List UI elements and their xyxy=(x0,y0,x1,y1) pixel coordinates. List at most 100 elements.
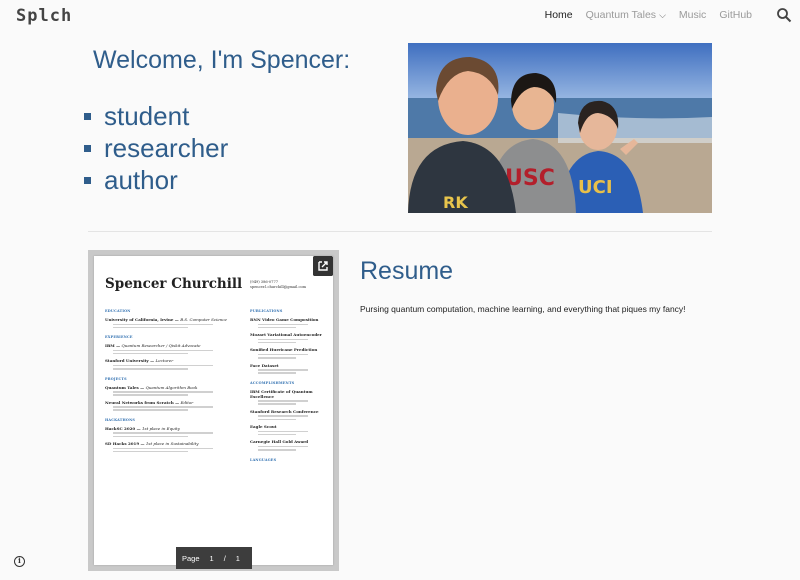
resume-text-line xyxy=(258,448,296,451)
resume-text-line xyxy=(113,394,188,396)
resume-entry: Stanford University — Lecturer xyxy=(105,358,245,363)
resume-entry-title: Eagle Scout xyxy=(250,424,277,430)
resume-text-line xyxy=(258,338,308,341)
resume-text-line xyxy=(258,326,296,329)
resume-entry-title: Mozart Variational Autoencoder xyxy=(250,332,322,338)
resume-entry: University of California, Irvine — B.S. … xyxy=(105,317,245,322)
resume-entry-role: B.S. Computer Science xyxy=(180,317,227,322)
search-icon[interactable] xyxy=(776,7,792,23)
resume-entry-title: Stanford Research Conference xyxy=(250,408,319,414)
resume-entry-title: IBM Certificate of Quantum Excellence xyxy=(250,388,313,399)
resume-text-line xyxy=(258,403,296,405)
resume-entry-title: RNN Video Game Composition xyxy=(250,317,319,322)
resume-entry-title: Stanford University — xyxy=(105,358,156,364)
resume-entry-title: Face Dataset xyxy=(250,362,279,368)
resume-entry-title: IBM — xyxy=(105,343,122,349)
nav-music[interactable]: Music xyxy=(679,9,706,21)
resume-entry-title: Sonified Hurricane Prediction xyxy=(250,347,318,353)
resume-text-line xyxy=(113,391,213,393)
resume-section-heading: PUBLICATIONS xyxy=(250,309,283,313)
resume-text-line xyxy=(258,323,308,326)
resume-text-line xyxy=(113,352,188,355)
nav-quantum-tales-label: Quantum Tales xyxy=(585,9,657,21)
resume-text-line xyxy=(113,323,213,326)
page-current: 1 xyxy=(209,553,214,563)
resume-text-line xyxy=(113,367,188,370)
page-label: Page xyxy=(182,553,200,563)
open-new-window-icon[interactable] xyxy=(313,256,333,276)
resume-text-line xyxy=(258,415,308,418)
resume-entry-role: Quantum Algorithm Book xyxy=(145,384,198,390)
resume-text-line xyxy=(113,364,213,367)
resume-entry-role: 1st place in Sustainability xyxy=(145,441,199,447)
resume-text-line xyxy=(113,349,213,352)
resume-text-line xyxy=(258,369,308,371)
page-indicator: Page 1 / 1 xyxy=(176,547,252,569)
resume-right-column: PUBLICATIONS RNN Video Game Composition Mo… xyxy=(250,302,326,462)
resume-text-line xyxy=(113,450,188,453)
site-logo[interactable]: Splch xyxy=(16,6,72,26)
resume-heading: Resume xyxy=(360,257,454,285)
resume-entry-role: 1st place in Equity xyxy=(141,425,180,431)
resume-text-line xyxy=(113,326,188,329)
welcome-heading: Welcome, I'm Spencer: xyxy=(93,46,351,74)
nav-quantum-tales[interactable]: Quantum Tales ⌵ xyxy=(586,9,666,21)
resume-entry-role: Lecturer xyxy=(155,358,174,364)
resume-name: Spencer Churchill xyxy=(105,276,243,292)
resume-entry: Stanford Research Conference xyxy=(250,409,326,414)
resume-text-line xyxy=(258,356,296,359)
resume-text-line xyxy=(258,372,296,374)
resume-section-heading: EXPERIENCE xyxy=(105,335,133,340)
page-separator: / xyxy=(223,553,226,563)
resume-text-line xyxy=(258,433,296,436)
resume-text-line xyxy=(258,353,308,356)
beach-selfie-photo: UCI USC RK xyxy=(408,43,712,213)
resume-preview[interactable]: Spencer Churchill (949) 386-0777 spencer… xyxy=(88,250,339,571)
resume-description: Pursing quantum computation, machine lea… xyxy=(360,304,686,314)
svg-text:USC: USC xyxy=(505,166,555,191)
resume-text-line xyxy=(258,418,296,421)
resume-section-heading: PROJECTS xyxy=(105,376,127,381)
resume-entry: Mozart Variational Autoencoder xyxy=(250,332,326,337)
resume-entry: IBM Certificate of Quantum Excellence xyxy=(250,389,326,399)
top-nav: Home Quantum Tales ⌵ Music GitHub xyxy=(545,9,752,21)
resume-text-line xyxy=(113,447,213,450)
resume-contact: (949) 386-0777 spencer.l.churchill@gmail… xyxy=(250,280,306,290)
resume-entry: IBM — Quantum Researcher / Qiskit Advoca… xyxy=(105,343,245,348)
resume-left-column: EDUCATION University of California, Irvin… xyxy=(105,302,245,453)
resume-entry: SD Hacks 2019 — 1st place in Sustainabil… xyxy=(105,441,245,446)
resume-entry: Eagle Scout xyxy=(250,424,326,429)
resume-page: Spencer Churchill (949) 386-0777 spencer… xyxy=(94,256,333,565)
role-item: researcher xyxy=(84,132,228,164)
resume-text-line xyxy=(258,430,308,433)
nav-home[interactable]: Home xyxy=(545,9,573,21)
roles-list: student researcher author xyxy=(84,100,228,196)
resume-text-line xyxy=(113,432,213,435)
resume-entry: RNN Video Game Composition xyxy=(250,317,326,322)
info-icon[interactable]: i xyxy=(14,556,25,567)
resume-entry-title: Carnegie Hall Gold Award xyxy=(250,439,309,445)
resume-entry: Quantum Tales — Quantum Algorithm Book xyxy=(105,385,245,390)
resume-entry-role: Quantum Researcher / Qiskit Advocate xyxy=(121,343,201,349)
resume-entry-title: SD Hacks 2019 — xyxy=(105,441,146,447)
svg-text:UCI: UCI xyxy=(578,177,613,198)
role-item: student xyxy=(84,100,228,132)
role-item: author xyxy=(84,164,228,196)
resume-entry: Carnegie Hall Gold Award xyxy=(250,439,326,444)
resume-text-line xyxy=(258,341,296,344)
resume-entry-title: Neural Networks from Scratch — xyxy=(105,399,181,405)
resume-text-line xyxy=(113,406,213,408)
resume-section-heading: ACCOMPLISHMENTS xyxy=(250,380,295,385)
resume-entry: Face Dataset xyxy=(250,363,326,368)
resume-entry: Neural Networks from Scratch — Editor xyxy=(105,400,245,405)
section-divider xyxy=(88,231,712,232)
resume-section-heading: LANGUAGES xyxy=(250,457,277,462)
nav-github[interactable]: GitHub xyxy=(719,9,752,21)
resume-section-heading: EDUCATION xyxy=(105,309,131,313)
resume-entry: HackSC 2020 — 1st place in Equity xyxy=(105,426,245,431)
resume-text-line xyxy=(258,445,308,448)
page-total: 1 xyxy=(235,553,240,563)
svg-text:RK: RK xyxy=(443,193,468,212)
chevron-down-icon: ⌵ xyxy=(659,10,666,20)
resume-text-line xyxy=(113,435,188,438)
